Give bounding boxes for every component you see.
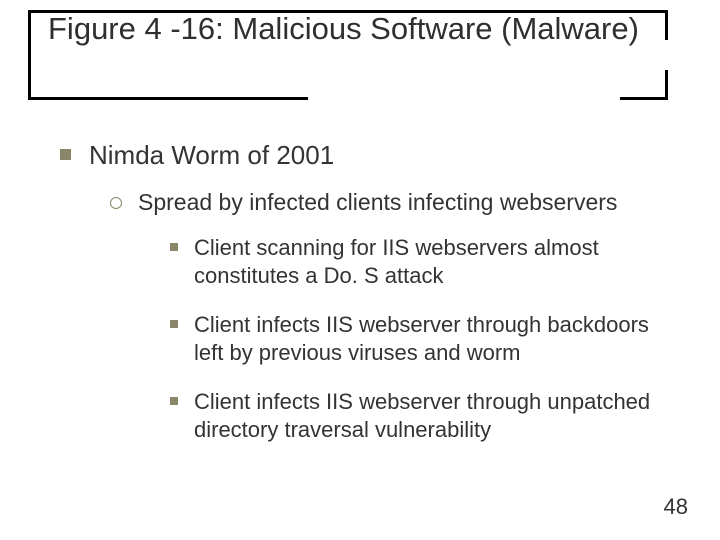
- title-container: Figure 4 -16: Malicious Software (Malwar…: [28, 10, 680, 51]
- slide-title: Figure 4 -16: Malicious Software (Malwar…: [28, 10, 680, 51]
- title-bracket-bottom-right: [620, 97, 668, 100]
- slide: Figure 4 -16: Malicious Software (Malwar…: [0, 0, 720, 540]
- title-bracket-bottom-left: [28, 97, 308, 100]
- square-bullet-icon: [170, 397, 178, 405]
- level-3-text: Client infects IIS webserver through unp…: [194, 388, 670, 443]
- slide-body: Nimda Worm of 2001 Spread by infected cl…: [60, 140, 670, 465]
- square-bullet-icon: [60, 149, 71, 160]
- bullet-level-3: Client infects IIS webserver through bac…: [170, 311, 670, 366]
- square-bullet-icon: [170, 320, 178, 328]
- bullet-level-2: Spread by infected clients infecting web…: [110, 189, 670, 216]
- level-3-text: Client infects IIS webserver through bac…: [194, 311, 670, 366]
- bullet-level-1: Nimda Worm of 2001: [60, 140, 670, 171]
- title-bracket-right-bottom: [665, 70, 668, 100]
- circle-bullet-icon: [110, 197, 122, 209]
- bullet-level-3: Client scanning for IIS webservers almos…: [170, 234, 670, 289]
- bullet-level-3: Client infects IIS webserver through unp…: [170, 388, 670, 443]
- level-1-text: Nimda Worm of 2001: [89, 140, 334, 171]
- square-bullet-icon: [170, 243, 178, 251]
- page-number: 48: [664, 494, 688, 520]
- level-3-text: Client scanning for IIS webservers almos…: [194, 234, 670, 289]
- level-2-text: Spread by infected clients infecting web…: [138, 189, 617, 216]
